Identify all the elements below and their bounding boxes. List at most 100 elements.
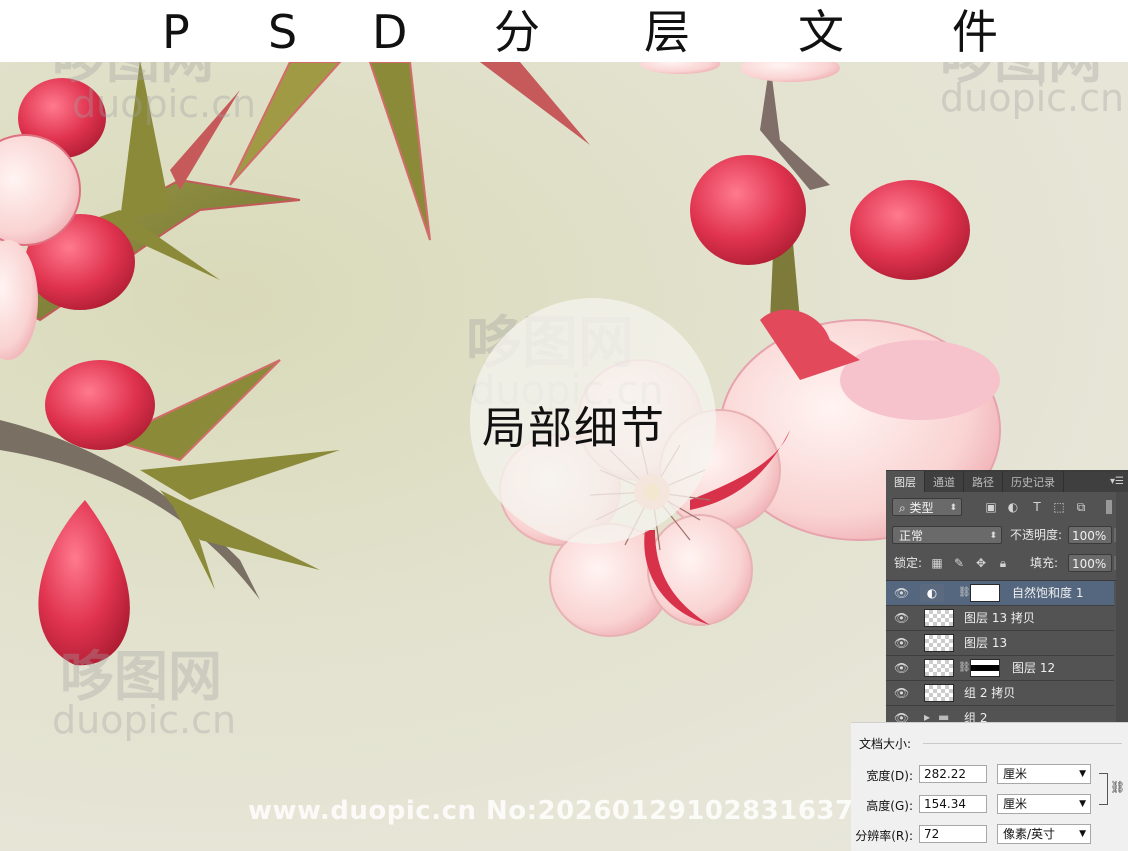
fill-label: 填充: <box>1030 556 1059 570</box>
shape-filter-icon[interactable]: ⬚ <box>1052 500 1066 514</box>
resolution-unit-select[interactable]: 像素/英寸 ▼ <box>997 824 1091 844</box>
smart-object-filter-icon[interactable]: ⧉ <box>1074 500 1088 514</box>
fill-value: 100% <box>1072 557 1107 571</box>
adjustment-filter-icon[interactable]: ◐ <box>1006 500 1020 514</box>
layer-thumbnail <box>924 684 954 702</box>
layers-panel: 图层 通道 路径 历史记录 ▾☰ ⌕ 类型 ⬍ ▣ ◐ T ⬚ ⧉ 正常 ⬍ 不… <box>886 470 1128 725</box>
width-input[interactable]: 282.22 <box>919 765 987 783</box>
fill-input[interactable]: 100% <box>1068 554 1112 572</box>
eye-icon[interactable]: 👁︎ <box>894 661 909 675</box>
layer-row[interactable]: 👁︎ ◐ ⛓︎ 自然饱和度 1 <box>886 581 1114 606</box>
layer-name: 图层 12 <box>1012 661 1056 675</box>
panel-scrollbar[interactable] <box>1116 492 1128 724</box>
leaf-spike <box>160 490 320 570</box>
chain-link-icon[interactable]: ⛓︎ <box>958 662 971 674</box>
tab-layers[interactable]: 图层 <box>886 471 925 492</box>
type-filter-icon[interactable]: T <box>1030 500 1044 514</box>
document-size-title: 文档大小: <box>859 737 912 751</box>
layer-name: 组 2 拷贝 <box>964 686 1016 700</box>
eye-icon[interactable]: 👁︎ <box>894 586 909 600</box>
pink-petal <box>740 62 840 82</box>
layer-thumbnail <box>924 659 954 677</box>
opacity-value: 100% <box>1072 529 1107 543</box>
eye-icon[interactable]: 👁︎ <box>894 636 909 650</box>
tab-history[interactable]: 历史记录 <box>1003 471 1064 492</box>
lock-label: 锁定: <box>894 556 923 570</box>
detail-label: 局部细节 <box>482 403 666 454</box>
pink-petal <box>640 62 720 74</box>
layer-mask-thumbnail[interactable] <box>970 659 1000 677</box>
resolution-label: 分辨率(R): <box>855 829 913 843</box>
search-icon: ⌕ <box>899 501 910 515</box>
updown-arrow-icon: ⬍ <box>989 531 997 541</box>
layer-row[interactable]: 👁︎ 组 2 拷贝 <box>886 681 1114 706</box>
lock-image-brush-icon[interactable]: ✎ <box>952 556 966 570</box>
layer-name: 图层 13 <box>964 636 1008 650</box>
title-char: P <box>162 5 190 59</box>
filter-type-label: 类型 <box>909 501 934 515</box>
pink-petal <box>840 340 1000 420</box>
blend-mode-select[interactable]: 正常 ⬍ <box>892 526 1002 544</box>
title-bar: P S D 分 层 文 件 <box>0 0 1128 62</box>
filter-row: ⌕ 类型 ⬍ ▣ ◐ T ⬚ ⧉ <box>892 498 1122 520</box>
branch-lower-left <box>0 420 260 600</box>
watermark-domain: duopic.cn <box>72 82 257 126</box>
title-char: 件 <box>952 5 998 59</box>
panel-menu-icon[interactable]: ▾☰ <box>1110 476 1124 487</box>
watermark-domain: duopic.cn <box>52 698 237 742</box>
height-label: 高度(G): <box>866 799 913 813</box>
layer-list: 👁︎ ◐ ⛓︎ 自然饱和度 1 👁︎ 图层 13 拷贝 👁︎ 图层 13 👁︎ … <box>886 580 1116 725</box>
tab-paths[interactable]: 路径 <box>964 471 1003 492</box>
chevron-down-icon: ▼ <box>1079 829 1086 839</box>
leaf-spike <box>368 62 431 241</box>
lock-row: 锁定: ▦ ✎ ✥ 🔒︎ 填充: 100% ▼ <box>892 554 1128 576</box>
blend-row: 正常 ⬍ 不透明度: 100% ▼ <box>892 526 1128 548</box>
height-unit-select[interactable]: 厘米 ▼ <box>997 794 1091 814</box>
title-char: S <box>268 5 298 59</box>
lock-all-icon[interactable]: 🔒︎ <box>996 556 1010 570</box>
layer-name: 自然饱和度 1 <box>1012 586 1084 600</box>
lock-position-move-icon[interactable]: ✥ <box>974 556 988 570</box>
width-label: 宽度(D): <box>866 769 913 783</box>
width-unit-value: 厘米 <box>1003 767 1028 781</box>
constrain-proportions-link-icon[interactable]: ⛓︎ <box>1110 780 1125 794</box>
height-input[interactable]: 154.34 <box>919 795 987 813</box>
constrain-bracket <box>1099 773 1108 805</box>
eye-icon[interactable]: 👁︎ <box>894 686 909 700</box>
title-char: 层 <box>644 5 690 59</box>
width-unit-select[interactable]: 厘米 ▼ <box>997 764 1091 784</box>
divider <box>923 743 1122 744</box>
title-char: D <box>372 5 408 59</box>
blend-mode-value: 正常 <box>899 529 924 543</box>
chevron-down-icon: ▼ <box>1079 769 1086 779</box>
eye-icon[interactable]: 👁︎ <box>894 611 909 625</box>
layer-thumbnail <box>924 634 954 652</box>
title-char: 分 <box>494 5 540 59</box>
layer-row[interactable]: 👁︎ 图层 13 拷贝 <box>886 606 1114 631</box>
pixel-filter-icon[interactable]: ▣ <box>984 500 998 514</box>
panel-tabs: 图层 通道 路径 历史记录 <box>886 471 1128 492</box>
filter-toggle-switch[interactable] <box>1106 500 1112 514</box>
chevron-down-icon: ▼ <box>1079 799 1086 809</box>
resolution-input[interactable]: 72 <box>919 825 987 843</box>
adjustment-layer-icon: ◐ <box>920 584 944 602</box>
petal <box>647 514 753 626</box>
watermark-domain: duopic.cn <box>940 76 1125 120</box>
opacity-label: 不透明度: <box>1010 528 1063 542</box>
title-char: 文 <box>798 5 844 59</box>
layer-row[interactable]: 👁︎ ⛓︎ 图层 12 <box>886 656 1114 681</box>
flower-bud <box>690 155 806 265</box>
chain-link-icon[interactable]: ⛓︎ <box>958 587 971 599</box>
layer-name: 图层 13 拷贝 <box>964 611 1035 625</box>
flower-bud <box>850 180 970 280</box>
layer-row[interactable]: 👁︎ 图层 13 <box>886 631 1114 656</box>
opacity-input[interactable]: 100% <box>1068 526 1112 544</box>
resolution-unit-value: 像素/英寸 <box>1003 827 1056 841</box>
height-unit-value: 厘米 <box>1003 797 1028 811</box>
layer-thumbnail <box>924 609 954 627</box>
tab-channels[interactable]: 通道 <box>925 471 964 492</box>
updown-arrow-icon: ⬍ <box>949 503 957 513</box>
lock-transparent-icon[interactable]: ▦ <box>930 556 944 570</box>
layer-mask-thumbnail[interactable] <box>970 584 1000 602</box>
filter-type-select[interactable]: ⌕ 类型 ⬍ <box>892 498 962 516</box>
